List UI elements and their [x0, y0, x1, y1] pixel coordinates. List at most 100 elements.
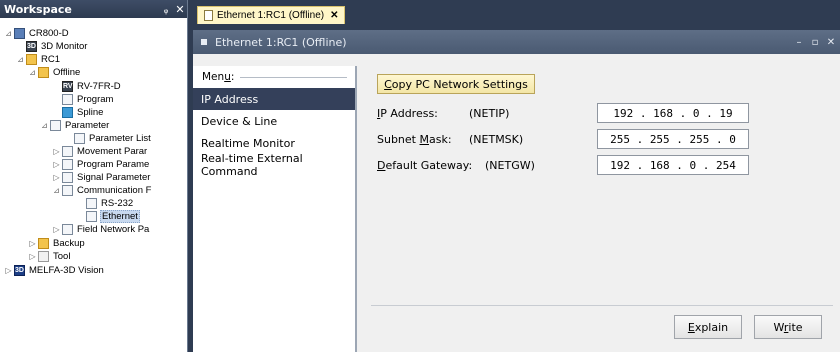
workspace-close-icon[interactable]: ✕ [173, 3, 187, 16]
tree-item-label: Signal Parameter [77, 172, 151, 183]
expand-arrow-icon[interactable]: ▷ [52, 225, 61, 234]
expand-arrow-icon[interactable]: ▷ [52, 160, 61, 169]
collapse-arrow-icon[interactable]: ⊿ [4, 29, 13, 38]
bottom-divider [371, 305, 833, 306]
field-network-icon [62, 224, 73, 235]
tree-item-label: RC1 [41, 54, 61, 65]
ip-address-field[interactable]: 192 . 168 . 0 . 19 [597, 103, 749, 123]
tree-item[interactable]: Spline [52, 106, 104, 119]
workspace-title: Workspace [4, 2, 72, 16]
movement-param-icon [62, 146, 73, 157]
tree-item[interactable]: ▷ Signal Parameter [52, 171, 151, 184]
tree-item[interactable]: 3D 3D Monitor [16, 40, 88, 53]
tree-item-label: Parameter [65, 120, 110, 131]
document-window: Ethernet 1:RC1 (Offline) – ▫ ✕ Menu: IP … [193, 30, 840, 352]
subnet-mask-field[interactable]: 255 . 255 . 255 . 0 [597, 129, 749, 149]
offline-folder-icon [38, 67, 49, 78]
tree-item[interactable]: ⊿ CR800-D [4, 27, 70, 40]
tree-item[interactable]: RS-232 [76, 197, 134, 210]
document-tabstrip: Ethernet 1:RC1 (Offline) ✕ [189, 0, 840, 24]
rs232-icon [86, 198, 97, 209]
maximize-icon[interactable]: ▫ [808, 37, 822, 48]
write-button[interactable]: Write [754, 315, 822, 339]
communication-param-icon [62, 185, 73, 196]
tree-item[interactable]: Parameter List [64, 132, 152, 145]
tree-item-label: Field Network Pa [77, 224, 150, 235]
signal-param-icon [62, 172, 73, 183]
tree-item[interactable]: ▷ 3D MELFA-3D Vision [4, 264, 105, 277]
default-gateway-label: Default Gateway: [377, 158, 473, 172]
menu-item[interactable]: Device & Line [193, 110, 355, 132]
controller-icon [14, 28, 25, 39]
tree-item-label: MELFA-3D Vision [29, 265, 104, 276]
menu-item[interactable]: IP Address [193, 88, 355, 110]
tree-item[interactable]: ⊿ Communication F [52, 184, 152, 197]
explain-button[interactable]: Explain [674, 315, 742, 339]
tree-item[interactable]: ⊿ RC1 [16, 53, 61, 66]
collapse-arrow-icon[interactable]: ⊿ [52, 186, 61, 195]
3d-monitor-icon: 3D [26, 41, 37, 52]
window-icon [201, 39, 207, 45]
expand-arrow-icon[interactable]: ▷ [52, 147, 61, 156]
tree-item[interactable]: ▷ Program Parame [52, 158, 150, 171]
tree-item-label: Movement Parar [77, 146, 148, 157]
tree-item[interactable]: RV RV-7FR-D [52, 80, 122, 93]
workspace-header: Workspace ᵩ ✕ [0, 0, 187, 18]
tree-item-label: Backup [53, 238, 85, 249]
ip-address-label: IP Address: [377, 106, 438, 120]
menu-header: Menu: [193, 66, 355, 88]
tree-item[interactable]: ▷ Tool [28, 250, 71, 263]
tool-icon [38, 251, 49, 262]
ip-address-settings: Copy PC Network Settings IP Address: (NE… [359, 66, 840, 352]
collapse-arrow-icon[interactable]: ⊿ [16, 55, 25, 64]
tree-item-label: RS-232 [101, 198, 134, 209]
tab-ethernet[interactable]: Ethernet 1:RC1 (Offline) ✕ [197, 6, 346, 24]
tab-close-icon[interactable]: ✕ [330, 10, 338, 21]
parameter-icon [50, 120, 61, 131]
tree-item[interactable]: ⊿ Parameter [40, 119, 110, 132]
default-gateway-field[interactable]: 192 . 168 . 0 . 254 [597, 155, 749, 175]
close-icon[interactable]: ✕ [824, 37, 838, 48]
ip-address-row: IP Address: (NETIP) [377, 103, 539, 123]
menu-item[interactable]: Realtime Monitor [193, 132, 355, 154]
tree-item-label: 3D Monitor [41, 41, 88, 52]
tree-item[interactable]: ⊿ Offline [28, 66, 81, 79]
parameter-list-icon [74, 133, 85, 144]
pin-icon[interactable]: ᵩ [159, 3, 173, 16]
document-icon [204, 10, 213, 21]
3d-vision-icon: 3D [14, 265, 25, 276]
tree-item-label: Ethernet [100, 210, 140, 223]
menu-item[interactable]: Real-time External Command [193, 152, 355, 178]
subnet-mask-row: Subnet Mask: (NETMSK) [377, 129, 539, 149]
tree-item[interactable]: Program [52, 93, 114, 106]
workspace-panel: Workspace ᵩ ✕ ⊿ CR800-D 3D 3D Monitor ⊿ RC1 ⊿ O… [0, 0, 188, 352]
menu-panel: Menu: IP Address Device & Line Realtime Mo… [193, 66, 357, 352]
minimize-icon[interactable]: – [792, 37, 806, 48]
tree-item-label: Tool [53, 251, 71, 262]
default-gateway-row: Default Gateway: (NETGW) [377, 155, 555, 175]
expand-arrow-icon[interactable]: ▷ [28, 252, 37, 261]
tab-label: Ethernet 1:RC1 (Offline) [217, 10, 325, 21]
tree-item[interactable]: ▷ Movement Parar [52, 145, 148, 158]
expand-arrow-icon[interactable]: ▷ [52, 173, 61, 182]
menu-title: Menu: [202, 71, 235, 83]
document-titlebar: Ethernet 1:RC1 (Offline) – ▫ ✕ [193, 30, 840, 54]
expand-arrow-icon[interactable]: ▷ [28, 239, 37, 248]
document-title: Ethernet 1:RC1 (Offline) [215, 35, 347, 49]
program-param-icon [62, 159, 73, 170]
copy-pc-network-settings-button[interactable]: Copy PC Network Settings [377, 74, 535, 94]
tree-item[interactable]: Ethernet [76, 210, 140, 223]
menu-list: IP Address Device & Line Realtime Monitor R… [193, 88, 355, 178]
tree-item[interactable]: ▷ Field Network Pa [52, 223, 150, 236]
tree-item-label: Program [77, 94, 114, 105]
collapse-arrow-icon[interactable]: ⊿ [40, 121, 49, 130]
robot-folder-icon [26, 54, 37, 65]
tree-item-label: Program Parame [77, 159, 150, 170]
subnet-mask-param: (NETMSK) [469, 132, 524, 146]
expand-arrow-icon[interactable]: ▷ [4, 266, 13, 275]
tree-item[interactable]: ▷ Backup [28, 237, 86, 250]
spline-icon [62, 107, 73, 118]
tree-item-label: Communication F [77, 185, 152, 196]
collapse-arrow-icon[interactable]: ⊿ [28, 68, 37, 77]
program-icon [62, 94, 73, 105]
